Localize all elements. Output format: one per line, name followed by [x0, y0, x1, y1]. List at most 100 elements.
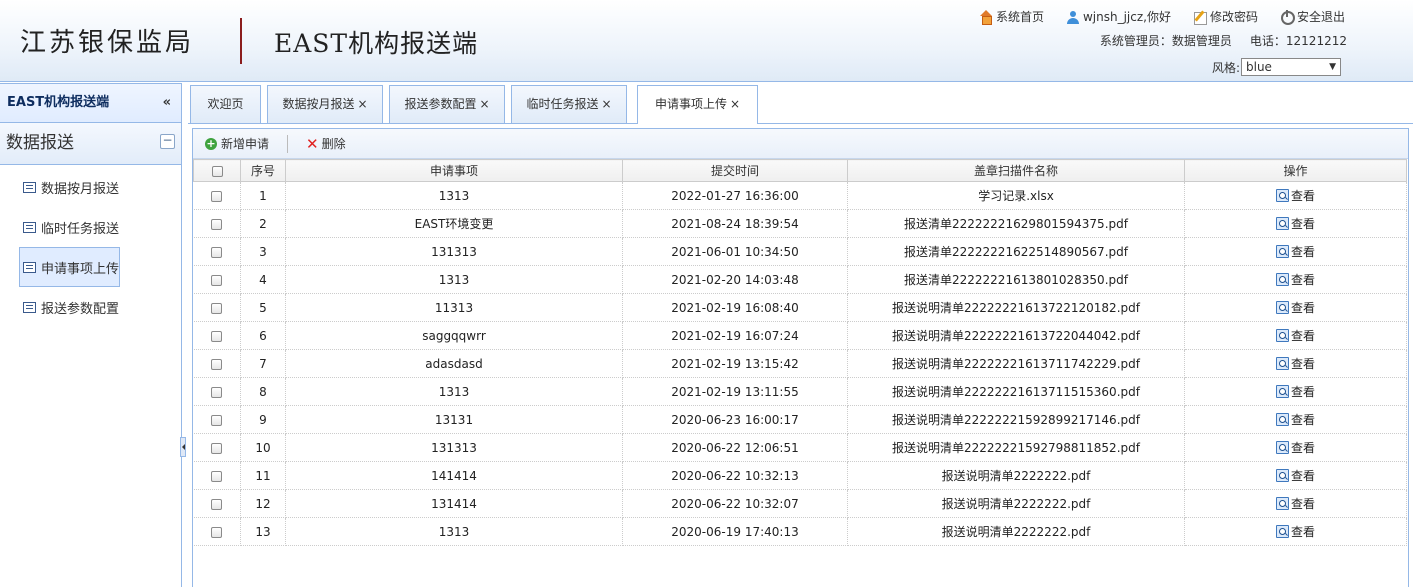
sidebar-item-monthly-report[interactable]: 数据按月报送 — [0, 167, 181, 207]
view-button[interactable]: 查看 — [1275, 243, 1315, 260]
column-header[interactable]: 提交时间 — [622, 159, 848, 182]
delete-button[interactable]: ✕ 删除 — [306, 135, 346, 152]
power-icon — [1280, 9, 1295, 25]
sidebar-splitter-handle[interactable] — [180, 437, 186, 457]
scan-file-name: 报送说明清单22222221613711515360.pdf — [847, 377, 1185, 406]
home-link[interactable]: 系统首页 — [979, 8, 1044, 25]
row-checkbox[interactable] — [211, 526, 223, 538]
view-button[interactable]: 查看 — [1275, 411, 1315, 428]
close-icon[interactable]: × — [730, 97, 740, 111]
view-label: 查看 — [1290, 496, 1315, 511]
row-checkbox[interactable] — [211, 246, 223, 258]
sidebar-title-text: EAST机构报送端 — [7, 95, 110, 110]
sidebar-item-temp-task[interactable]: 临时任务报送 — [0, 207, 181, 247]
row-checkbox[interactable] — [211, 358, 223, 370]
style-select[interactable]: blue ▼ — [1241, 58, 1341, 76]
close-icon[interactable]: × — [479, 97, 489, 111]
sidebar-menu: 数据按月报送 临时任务报送 申请事项上传 报送参数配置 — [0, 165, 181, 327]
row-checkbox[interactable] — [211, 274, 223, 286]
scan-file-name: 报送说明清单22222221613711742229.pdf — [847, 349, 1185, 378]
application-item: adasdasd — [285, 349, 623, 378]
tab-monthly-report[interactable]: 数据按月报送 × — [267, 85, 383, 123]
row-number: 12 — [240, 489, 286, 518]
scan-file-name: 报送说明清单2222222.pdf — [847, 489, 1185, 518]
view-label: 查看 — [1290, 384, 1315, 399]
row-number: 10 — [240, 433, 286, 462]
view-button[interactable]: 查看 — [1275, 299, 1315, 316]
view-button[interactable]: 查看 — [1275, 355, 1315, 372]
table-row[interactable]: 11 141414 2020-06-22 10:32:13 报送说明清单2222222… — [193, 461, 1407, 490]
view-label: 查看 — [1290, 188, 1315, 203]
tab-welcome[interactable]: 欢迎页 — [190, 85, 261, 123]
select-all-checkbox[interactable] — [211, 165, 223, 177]
view-button[interactable]: 查看 — [1275, 439, 1315, 456]
table-row[interactable]: 1 1313 2022-01-27 16:36:00 学习记录.xlsx 查看 — [193, 181, 1407, 210]
table-row[interactable]: 5 11313 2021-02-19 16:08:40 报送说明清单222222216… — [193, 293, 1407, 322]
table-row[interactable]: 10 131313 2020-06-22 12:06:51 报送说明清单2222222… — [193, 433, 1407, 462]
view-button[interactable]: 查看 — [1275, 383, 1315, 400]
column-header[interactable]: 盖章扫描件名称 — [847, 159, 1185, 182]
table-row[interactable]: 3 131313 2021-06-01 10:34:50 报送清单2222222162… — [193, 237, 1407, 266]
sidebar-section-header[interactable]: 数据报送 − — [0, 123, 181, 165]
table-row[interactable]: 7 adasdasd 2021-02-19 13:15:42 报送说明清单222222… — [193, 349, 1407, 378]
view-button[interactable]: 查看 — [1275, 271, 1315, 288]
column-header[interactable]: 序号 — [240, 159, 286, 182]
row-checkbox[interactable] — [211, 442, 223, 454]
view-button[interactable]: 查看 — [1275, 495, 1315, 512]
application-item: 1313 — [285, 265, 623, 294]
row-checkbox[interactable] — [211, 330, 223, 342]
view-button[interactable]: 查看 — [1275, 327, 1315, 344]
column-header[interactable]: 操作 — [1184, 159, 1407, 182]
sidebar-item-label: 数据按月报送 — [41, 181, 120, 197]
dropdown-arrow-icon: ▼ — [1329, 62, 1336, 72]
tab-param-config[interactable]: 报送参数配置 × — [389, 85, 505, 123]
collapse-section-icon[interactable]: − — [160, 134, 175, 149]
row-checkbox[interactable] — [211, 414, 223, 426]
view-button[interactable]: 查看 — [1275, 523, 1315, 540]
collapse-sidebar-icon[interactable]: « — [163, 84, 171, 122]
action-cell: 查看 — [1184, 293, 1407, 322]
table-row[interactable]: 4 1313 2021-02-20 14:03:48 报送清单222222216138… — [193, 265, 1407, 294]
view-icon — [1275, 468, 1289, 482]
user-link[interactable]: wjnsh_jjcz,你好 — [1066, 8, 1171, 25]
row-checkbox[interactable] — [211, 470, 223, 482]
row-checkbox[interactable] — [211, 498, 223, 510]
row-number: 13 — [240, 517, 286, 546]
view-button[interactable]: 查看 — [1275, 467, 1315, 484]
column-header[interactable]: 申请事项 — [285, 159, 623, 182]
table-row[interactable]: 2 EAST环境变更 2021-08-24 18:39:54 报送清单22222221… — [193, 209, 1407, 238]
sidebar-item-param-config[interactable]: 报送参数配置 — [0, 287, 181, 327]
style-selector: 风格: blue ▼ — [1212, 58, 1341, 76]
action-cell: 查看 — [1184, 349, 1407, 378]
view-label: 查看 — [1290, 272, 1315, 287]
row-checkbox-cell — [193, 181, 241, 210]
row-checkbox[interactable] — [211, 302, 223, 314]
close-icon[interactable]: × — [357, 97, 367, 111]
submit-time: 2021-02-19 13:11:55 — [622, 377, 848, 406]
sidebar-item-label: 申请事项上传 — [41, 261, 120, 277]
view-button[interactable]: 查看 — [1275, 215, 1315, 232]
table-row[interactable]: 13 1313 2020-06-19 17:40:13 报送说明清单2222222.p… — [193, 517, 1407, 546]
row-checkbox-cell — [193, 517, 241, 546]
table-row[interactable]: 6 saggqqwrr 2021-02-19 16:07:24 报送说明清单22222… — [193, 321, 1407, 350]
row-checkbox-cell — [193, 265, 241, 294]
delete-icon: ✕ — [306, 134, 319, 153]
view-button[interactable]: 查看 — [1275, 187, 1315, 204]
row-checkbox[interactable] — [211, 190, 223, 202]
table-row[interactable]: 8 1313 2021-02-19 13:11:55 报送说明清单2222222161… — [193, 377, 1407, 406]
view-icon — [1275, 384, 1289, 398]
close-icon[interactable]: × — [601, 97, 611, 111]
table-row[interactable]: 9 13131 2020-06-23 16:00:17 报送说明清单222222215… — [193, 405, 1407, 434]
row-checkbox[interactable] — [211, 386, 223, 398]
tab-application-upload[interactable]: 申请事项上传 × — [637, 85, 758, 124]
row-checkbox[interactable] — [211, 218, 223, 230]
add-application-button[interactable]: + 新增申请 — [205, 135, 269, 152]
table-row[interactable]: 12 131414 2020-06-22 10:32:07 报送说明清单2222222… — [193, 489, 1407, 518]
logout-link[interactable]: 安全退出 — [1280, 8, 1345, 25]
submit-time: 2021-02-19 16:07:24 — [622, 321, 848, 350]
scan-file-name: 报送清单22222221629801594375.pdf — [847, 209, 1185, 238]
sidebar-item-application-upload[interactable]: 申请事项上传 — [19, 247, 120, 287]
sidebar: EAST机构报送端 « 数据报送 − 数据按月报送 临时任务报送 申请事项上传 … — [0, 83, 182, 587]
change-password-link[interactable]: 修改密码 — [1193, 8, 1258, 25]
tab-temp-task[interactable]: 临时任务报送 × — [511, 85, 627, 123]
